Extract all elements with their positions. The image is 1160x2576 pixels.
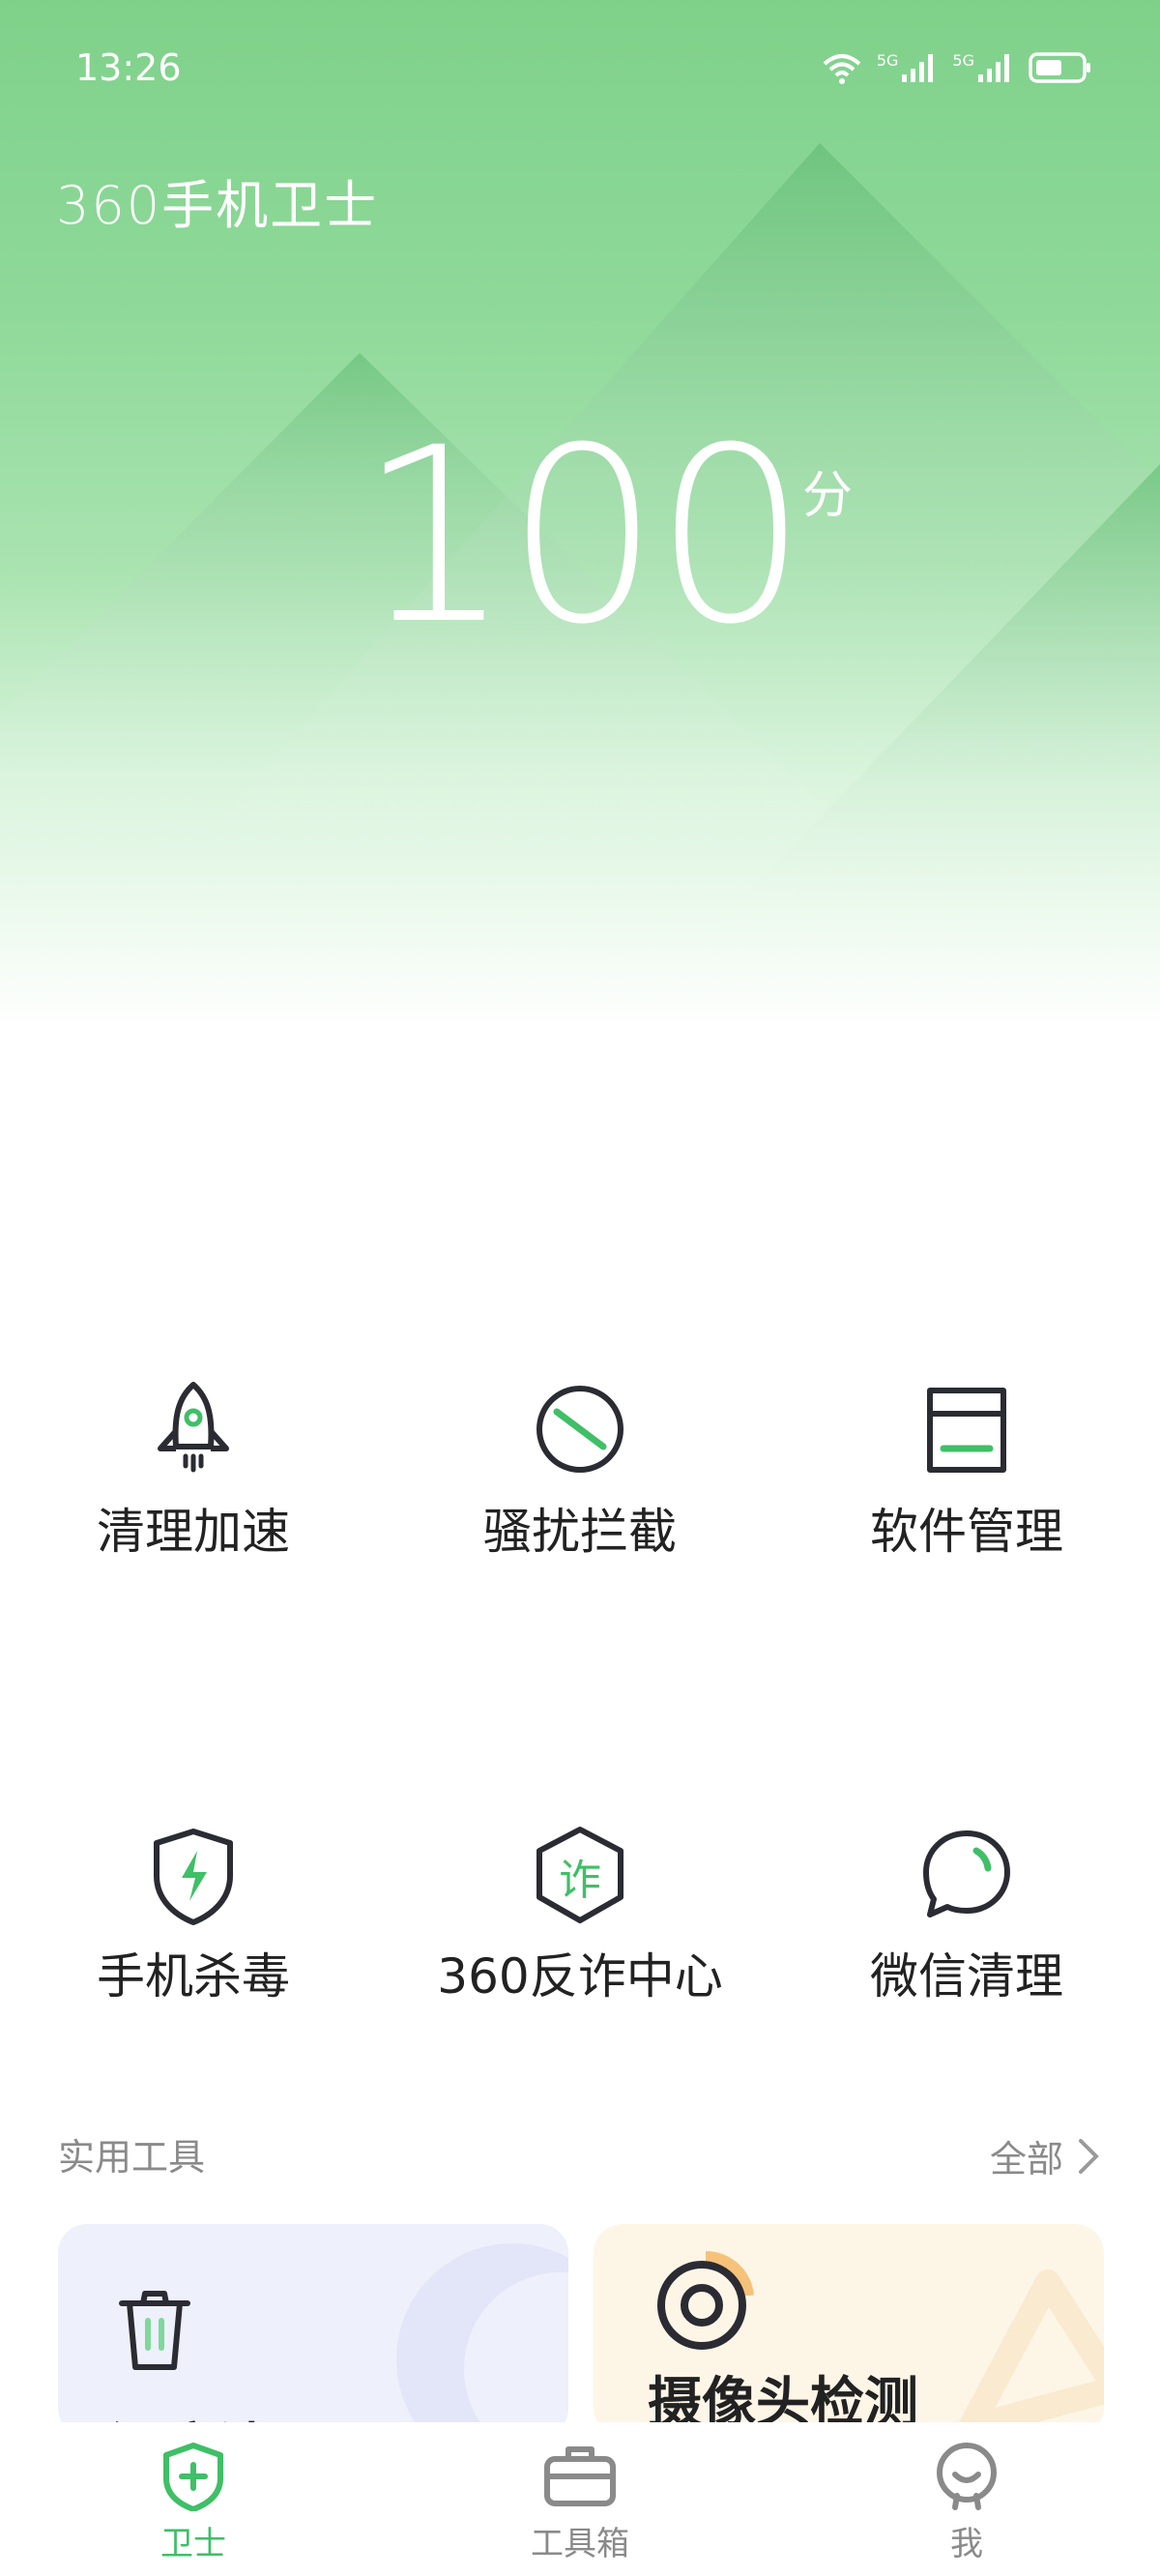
app-brand-text: 360手机卫士 <box>56 175 379 236</box>
hero-section: 13:26 5G 5G 360手机卫士 100 分 <box>0 0 1160 1257</box>
feature-label: 微信清理 <box>870 1948 1063 2005</box>
chevron-right-icon <box>1079 2138 1099 2174</box>
camera-target-icon <box>657 2250 754 2350</box>
box-icon <box>927 1388 1006 1473</box>
rocket-icon <box>158 1382 229 1473</box>
network-label-2: 5G <box>952 51 974 70</box>
wifi-icon <box>823 54 861 84</box>
nav-label: 我 <box>950 2525 983 2563</box>
shield-bolt-icon <box>154 1829 233 1925</box>
signal-icon <box>978 54 1009 82</box>
feature-anti-fraud[interactable]: 诈 360反诈中心 <box>387 1818 773 2007</box>
block-icon <box>536 1386 624 1473</box>
tools-section-title: 实用工具 <box>58 2136 206 2179</box>
nav-tab-guard[interactable]: 卫士 <box>0 2422 387 2564</box>
feature-label: 360反诈中心 <box>437 1948 723 2005</box>
tools-all-link[interactable]: 全部 <box>990 2129 1100 2182</box>
score-value: 100 <box>358 395 807 677</box>
feature-clean-speedup[interactable]: 清理加速 <box>0 1373 387 1563</box>
chat-bubble-icon <box>923 1830 1010 1917</box>
status-bar: 13:26 5G 5G <box>0 0 1160 135</box>
anti-fraud-icon: 诈 <box>522 1818 638 1934</box>
signal-icon <box>902 54 934 82</box>
feature-label: 清理加速 <box>97 1504 290 1560</box>
nav-tab-me[interactable]: 我 <box>773 2422 1160 2564</box>
toolbox-icon <box>544 2446 616 2506</box>
feature-harass-block[interactable]: 骚扰拦截 <box>387 1373 773 1563</box>
battery-icon <box>1029 52 1090 83</box>
score-unit: 分 <box>802 467 854 525</box>
status-icons: 5G 5G <box>821 50 1092 85</box>
security-score: 100 <box>0 416 1160 658</box>
shield-plus-icon <box>163 2443 223 2511</box>
feature-app-manager[interactable]: 软件管理 <box>773 1373 1160 1563</box>
network-label-1: 5G <box>876 51 899 70</box>
profile-icon <box>937 2443 997 2510</box>
feature-wechat-clean[interactable]: 微信清理 <box>773 1818 1160 2007</box>
nav-label: 工具箱 <box>531 2525 629 2563</box>
tools-all-label: 全部 <box>989 2138 1063 2181</box>
nav-tab-toolbox[interactable]: 工具箱 <box>387 2422 773 2564</box>
tool-card-camera-detect[interactable]: 摄像头检测 <box>594 2224 1104 2437</box>
feature-label: 手机杀毒 <box>97 1948 290 2005</box>
trash-icon <box>119 2291 190 2370</box>
nav-label: 卫士 <box>160 2525 226 2563</box>
app-brand: 360手机卫士 <box>56 162 378 239</box>
tool-card-deep-clean[interactable]: 深度清理 <box>58 2224 568 2437</box>
status-time: 13:26 <box>75 46 182 89</box>
feature-label: 骚扰拦截 <box>483 1504 677 1560</box>
feature-antivirus[interactable]: 手机杀毒 <box>0 1818 387 2007</box>
anti-fraud-icon-text: 诈 <box>559 1856 601 1905</box>
feature-label: 软件管理 <box>870 1504 1063 1560</box>
bottom-nav: 卫士 工具箱 我 <box>0 2422 1160 2576</box>
